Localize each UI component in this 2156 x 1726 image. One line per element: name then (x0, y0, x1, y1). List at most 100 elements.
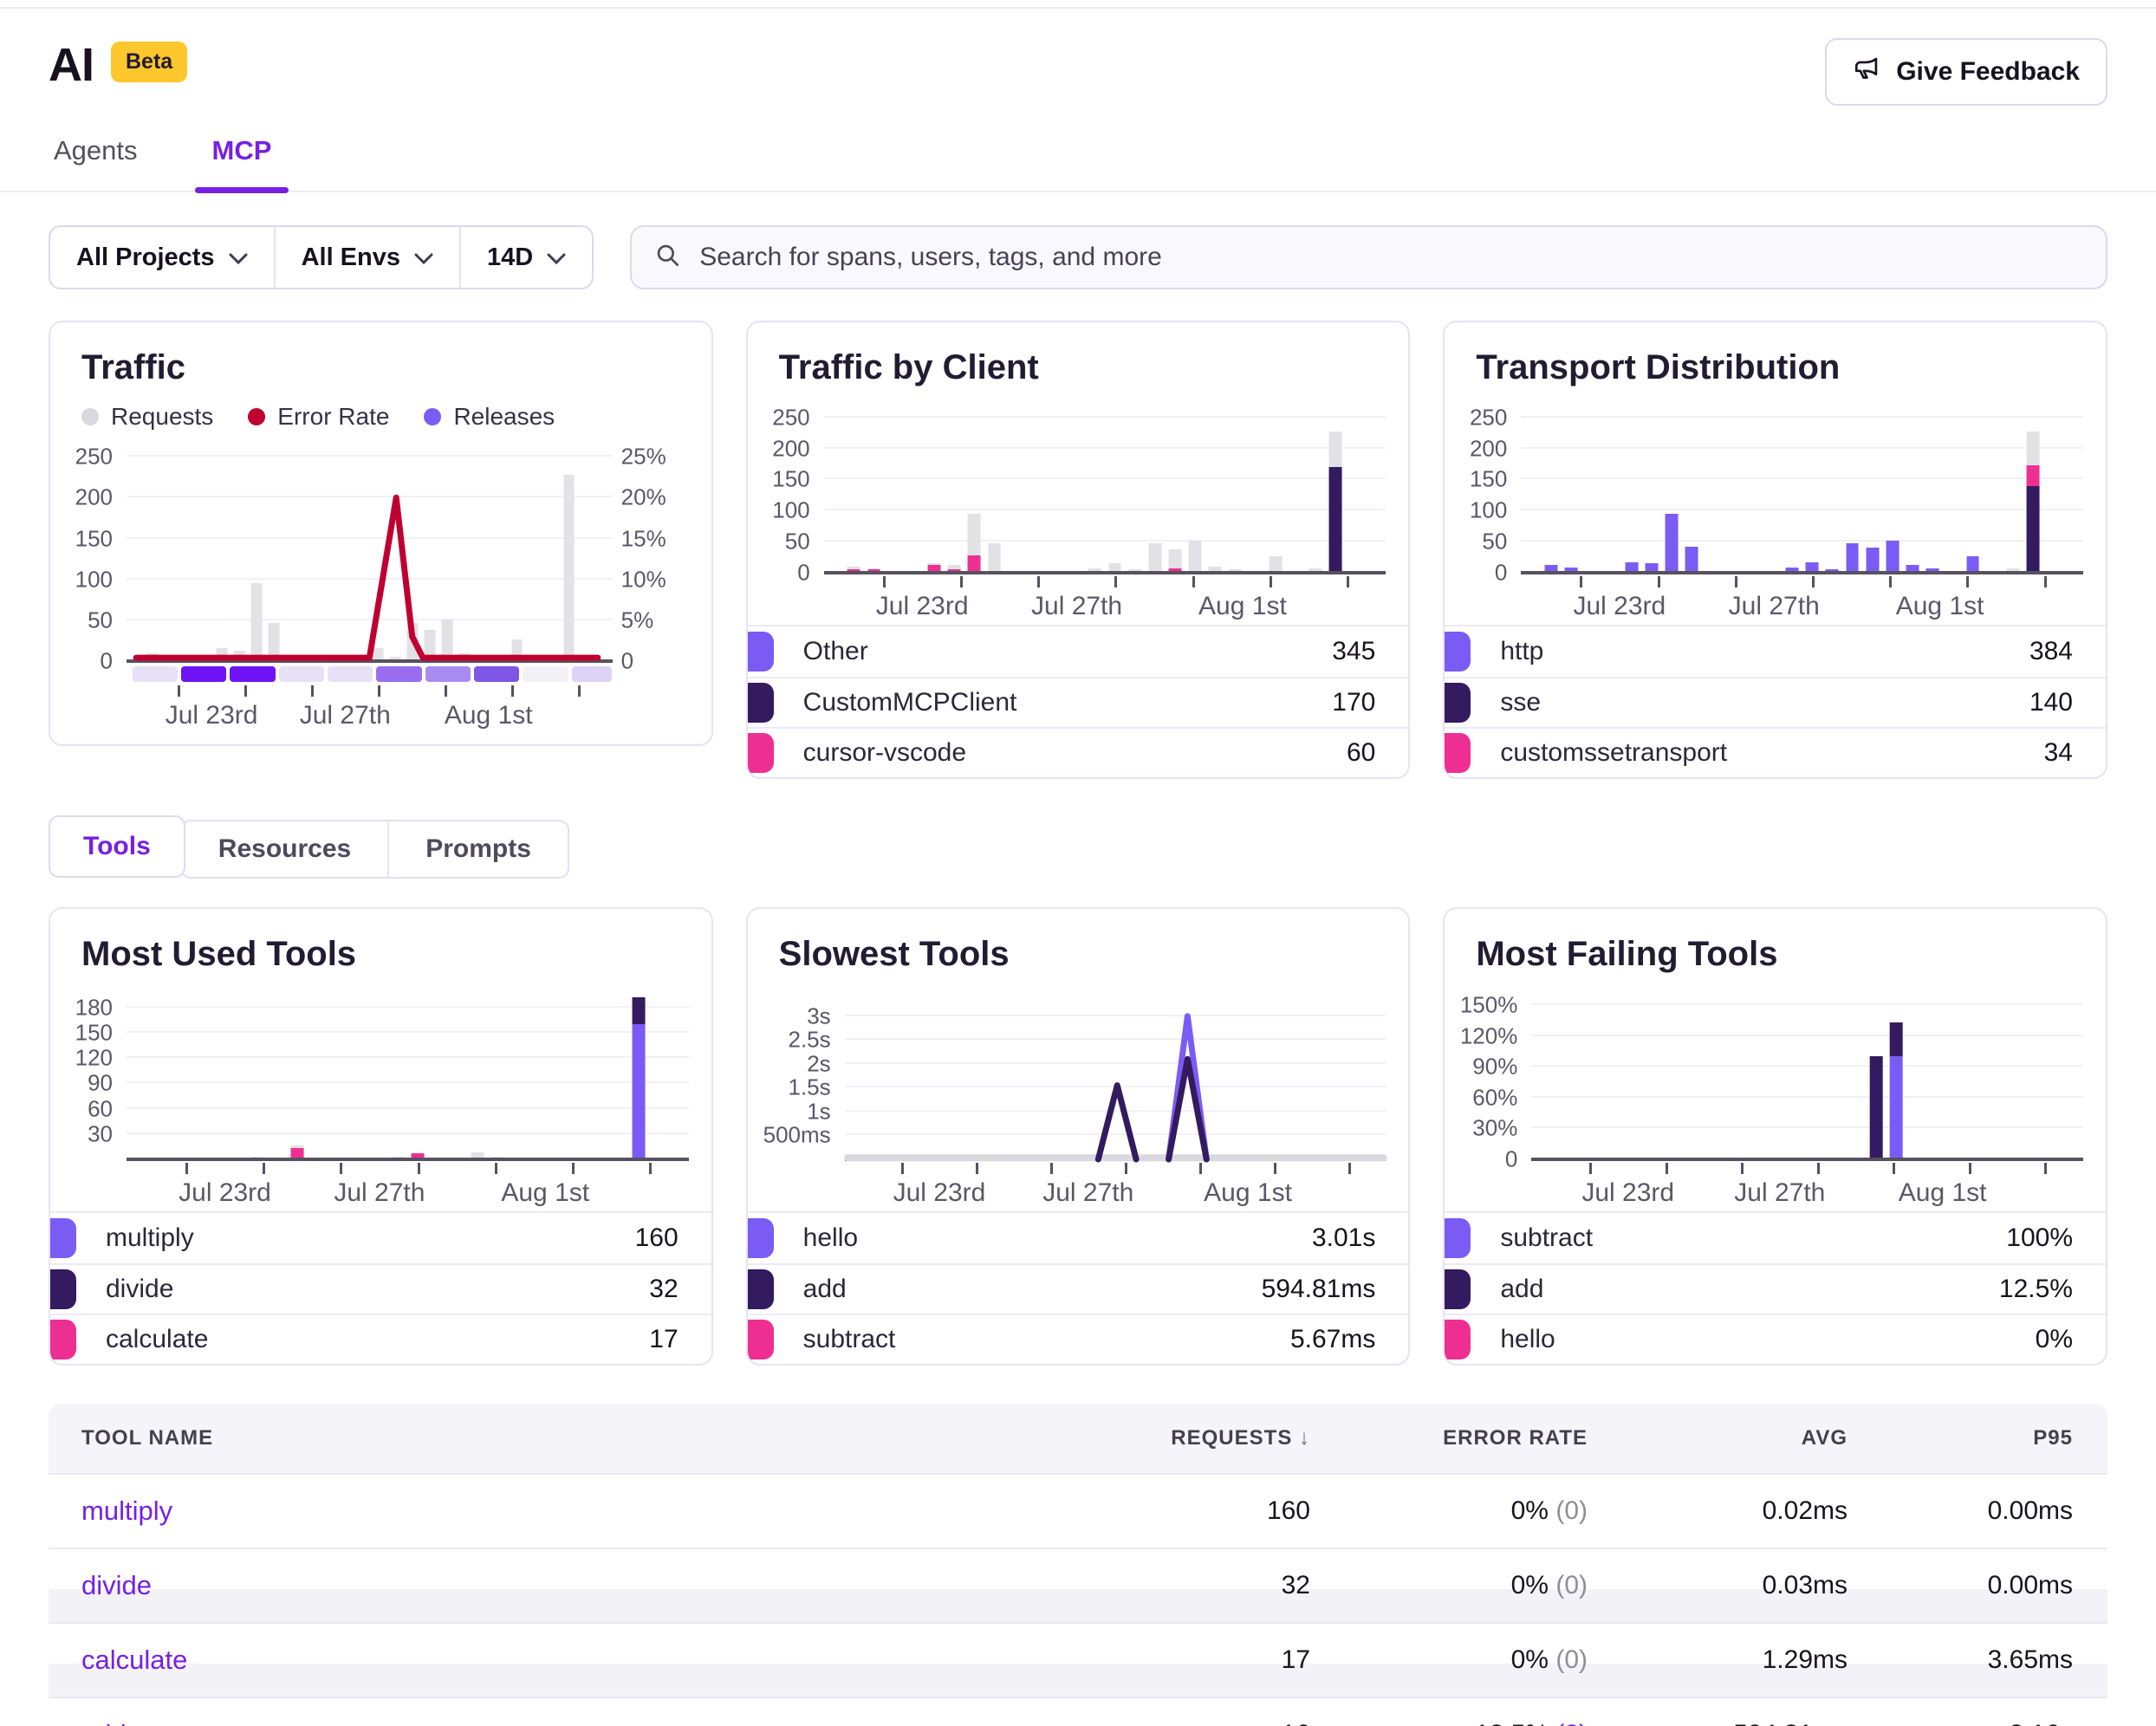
client-chart[interactable] (824, 408, 1386, 573)
slowest-chart[interactable] (845, 995, 1386, 1159)
bar-slot[interactable] (1545, 408, 1558, 573)
bar-slot[interactable] (250, 995, 263, 1159)
bar-slot[interactable] (290, 995, 303, 1159)
release-segment[interactable] (572, 666, 613, 682)
bar-slot[interactable] (632, 995, 645, 1159)
legend-row[interactable]: hello3.01s (748, 1213, 1409, 1263)
table-row[interactable]: calculate170% (0)1.29ms3.65ms (49, 1622, 2107, 1697)
release-segment[interactable] (279, 666, 324, 682)
bar-slot[interactable] (1666, 408, 1679, 573)
legend-row[interactable]: http384 (1445, 626, 2106, 677)
legend-row[interactable]: sse140 (1445, 677, 2106, 727)
bar-slot[interactable] (2006, 408, 2019, 573)
bar-slot[interactable] (1108, 408, 1121, 573)
bar-slot[interactable] (1189, 408, 1202, 573)
bar-slot[interactable] (491, 995, 504, 1159)
bar-slot[interactable] (1826, 408, 1839, 573)
bar-slot[interactable] (411, 995, 424, 1159)
legend-row[interactable]: hello0% (1445, 1314, 2106, 1364)
tab-tools[interactable]: Tools (49, 815, 185, 878)
legend-row[interactable]: cursor-vscode60 (748, 727, 1409, 777)
tool-name-link[interactable]: divide (49, 1570, 1050, 1601)
tool-name-link[interactable]: calculate (49, 1645, 1050, 1676)
release-segment[interactable] (474, 666, 519, 682)
legend-row[interactable]: subtract5.67ms (748, 1314, 1409, 1364)
legend-item[interactable]: Requests (81, 403, 213, 431)
bar-slot[interactable] (1685, 408, 1698, 573)
legend-row[interactable]: CustomMCPClient170 (748, 677, 1409, 727)
bar-slot[interactable] (1645, 408, 1658, 573)
tab-agents[interactable]: Agents (49, 135, 143, 191)
table-row[interactable]: multiply1600% (0)0.02ms0.00ms (49, 1473, 2107, 1548)
search-bar[interactable] (630, 225, 2107, 289)
legend-row[interactable]: divide32 (50, 1263, 711, 1314)
tab-prompts[interactable]: Prompts (387, 821, 568, 877)
release-segment[interactable] (133, 666, 178, 682)
tab-resources[interactable]: Resources (182, 821, 387, 877)
legend-row[interactable]: customssetransport34 (1445, 727, 2106, 777)
bar-slot[interactable] (867, 408, 880, 573)
bar-slot[interactable] (1966, 408, 1979, 573)
legend-row[interactable]: add12.5% (1445, 1263, 2106, 1314)
table-row[interactable]: add1612.5% (2)594.81ms3.16s (49, 1697, 2107, 1726)
bar-slot[interactable] (847, 408, 860, 573)
release-segment[interactable] (523, 666, 568, 682)
col-error-rate[interactable]: ERROR RATE (1310, 1426, 1588, 1450)
legend-row[interactable]: subtract100% (1445, 1213, 2106, 1263)
release-segment[interactable] (425, 666, 471, 682)
tool-name-link[interactable]: multiply (49, 1496, 1050, 1527)
bar-slot[interactable] (1148, 408, 1161, 573)
date-range-dropdown[interactable]: 14D (459, 227, 592, 288)
bar-slot[interactable] (471, 995, 484, 1159)
bar-slot[interactable] (1786, 408, 1799, 573)
col-p95[interactable]: P95 (1848, 1426, 2107, 1450)
bar-slot[interactable] (1565, 408, 1578, 573)
bar-slot[interactable] (1088, 408, 1101, 573)
tool-name-link[interactable]: add (49, 1719, 1050, 1726)
tab-mcp[interactable]: MCP (207, 135, 277, 191)
legend-item[interactable]: Error Rate (248, 403, 389, 431)
bar-slot[interactable] (1806, 408, 1819, 573)
bar-slot[interactable] (1309, 408, 1322, 573)
bar-slot[interactable] (1169, 408, 1182, 573)
bar-slot[interactable] (1229, 408, 1242, 573)
failing-chart[interactable] (1531, 995, 2083, 1159)
release-segment[interactable] (376, 666, 421, 682)
bar-slot[interactable] (1329, 408, 1342, 573)
bar-slot[interactable] (928, 408, 941, 573)
bar-slot[interactable] (1906, 408, 1919, 573)
legend-row[interactable]: multiply160 (50, 1213, 711, 1263)
used-chart[interactable] (127, 995, 689, 1159)
bar-slot[interactable] (988, 408, 1001, 573)
bar-slot[interactable] (1890, 995, 1903, 1159)
bar-slot[interactable] (170, 995, 183, 1159)
table-row[interactable]: divide320% (0)0.03ms0.00ms (49, 1548, 2107, 1622)
releases-band[interactable] (127, 666, 613, 682)
bar-slot[interactable] (1870, 995, 1883, 1159)
search-input[interactable] (699, 243, 2083, 272)
release-segment[interactable] (230, 666, 275, 682)
bar-slot[interactable] (1926, 408, 1939, 573)
legend-item[interactable]: Releases (424, 403, 555, 431)
release-segment[interactable] (328, 666, 373, 682)
envs-filter-dropdown[interactable]: All Envs (274, 227, 459, 288)
bar-slot[interactable] (1269, 408, 1282, 573)
bar-slot[interactable] (1625, 408, 1638, 573)
col-avg[interactable]: AVG (1588, 1426, 1848, 1450)
transport-chart[interactable] (1521, 408, 2083, 573)
col-requests[interactable]: REQUESTS ↓ (1050, 1426, 1310, 1450)
bar-slot[interactable] (2027, 408, 2040, 573)
legend-row[interactable]: add594.81ms (748, 1263, 1409, 1314)
bar-slot[interactable] (948, 408, 961, 573)
projects-filter-dropdown[interactable]: All Projects (50, 227, 274, 288)
bar-slot[interactable] (231, 995, 244, 1159)
legend-row[interactable]: Other345 (748, 626, 1409, 677)
bar-slot[interactable] (968, 408, 981, 573)
bar-slot[interactable] (1846, 408, 1859, 573)
give-feedback-button[interactable]: Give Feedback (1825, 38, 2107, 106)
legend-row[interactable]: calculate17 (50, 1314, 711, 1364)
bar-slot[interactable] (150, 995, 163, 1159)
bar-slot[interactable] (1128, 408, 1141, 573)
traffic-chart[interactable] (127, 444, 613, 661)
bar-slot[interactable] (1886, 408, 1899, 573)
